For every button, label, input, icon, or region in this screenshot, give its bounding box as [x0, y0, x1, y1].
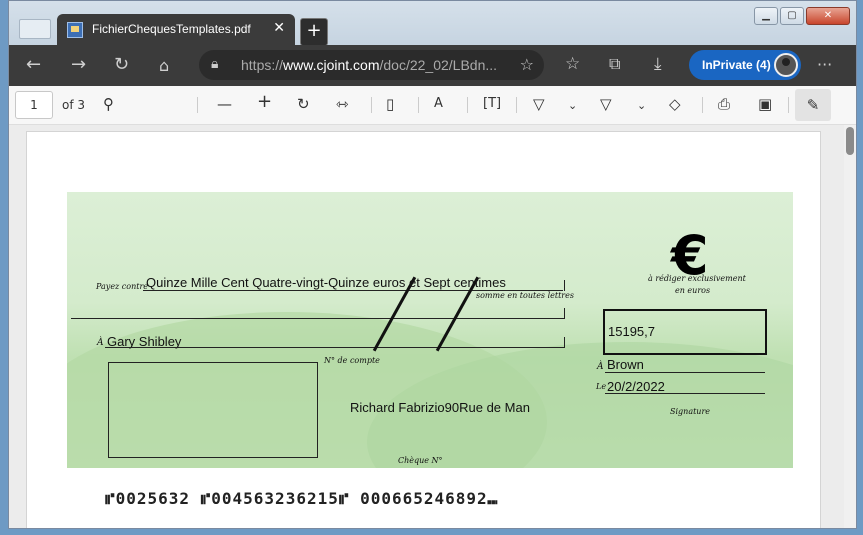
cheque-number-label: Chèque N°: [398, 456, 443, 465]
back-icon[interactable]: ←: [26, 54, 41, 75]
text-icon[interactable]: [T]: [483, 95, 501, 113]
menu-button[interactable]: ···: [817, 55, 832, 74]
date-value: 20/2/2022: [607, 379, 665, 394]
place-label: À: [597, 362, 604, 372]
amount-line-tick: [564, 280, 565, 291]
close-window-button[interactable]: ✕: [806, 7, 850, 25]
home-icon[interactable]: ⌂: [159, 56, 169, 75]
active-tab[interactable]: FichierChequesTemplates.pdf ✕: [57, 14, 295, 45]
highlight-icon[interactable]: ▽: [600, 95, 612, 113]
issuer-name-address: Richard Fabrizio90Rue de Man: [350, 400, 530, 415]
forward-icon[interactable]: →: [71, 54, 86, 75]
payee-line-tick: [564, 337, 565, 348]
avatar: [774, 53, 798, 77]
read-aloud-icon[interactable]: A: [434, 95, 443, 113]
divider: [197, 97, 198, 113]
divider: [788, 97, 789, 113]
lock-icon[interactable]: 🔒︎: [211, 56, 218, 72]
date-line: [605, 393, 765, 394]
pdf-page: Payez contre Quinze Mille Cent Quatre-vi…: [26, 131, 821, 528]
refresh-icon[interactable]: ↻: [114, 54, 129, 75]
search-icon[interactable]: ⚲: [103, 95, 114, 113]
place-value: Brown: [607, 357, 644, 372]
divider: [371, 97, 372, 113]
place-line: [605, 372, 765, 373]
draw-icon[interactable]: ▽: [533, 95, 545, 113]
pdf-file-icon: [67, 22, 83, 38]
url-text: https://www.cjoint.com/doc/22_02/LBdn...: [241, 57, 498, 73]
favorites-icon[interactable]: ☆: [565, 54, 580, 74]
micr-line: ⑈0025632 ⑈0045632362​15⑈ 000665246892⑉: [105, 489, 499, 508]
amount-line-tick: [564, 308, 565, 319]
amount-line-2: [71, 318, 565, 319]
fit-width-icon[interactable]: ⇿: [336, 95, 349, 113]
download-icon[interactable]: ⤓: [654, 54, 662, 74]
inprivate-label: InPrivate (4): [702, 58, 771, 72]
page-number-input[interactable]: 1: [15, 91, 53, 119]
save-icon[interactable]: ▣: [758, 95, 772, 113]
signature-label: Signature: [670, 407, 711, 416]
tab-title: FichierChequesTemplates.pdf: [92, 22, 251, 36]
payee-to-label: À: [97, 338, 104, 348]
page-count: of 3: [62, 98, 86, 112]
address-bar[interactable]: 🔒︎ https://www.cjoint.com/doc/22_02/LBdn…: [199, 50, 544, 80]
divider: [516, 97, 517, 113]
divider: [418, 97, 419, 113]
minimize-button[interactable]: ▁: [754, 7, 778, 25]
pdf-toolbar: 1 of 3 ⚲ — + ↻ ⇿ ▯ A [T] ▽ ⌄ ▽ ⌄ ◇ ⎙ ▣ ✎: [9, 86, 856, 125]
inprivate-button[interactable]: InPrivate (4): [689, 50, 801, 80]
scrollbar-thumb[interactable]: [846, 127, 854, 155]
tab-actions-button[interactable]: [19, 19, 51, 39]
divider: [467, 97, 468, 113]
close-tab-button[interactable]: ✕: [273, 20, 285, 36]
euro-note-2: en euros: [675, 286, 711, 295]
amount-figures: 15195,7: [608, 324, 655, 339]
issuer-box: [108, 362, 318, 458]
euro-note-1: à rédiger exclusivement: [648, 274, 746, 283]
zoom-in-icon[interactable]: +: [257, 93, 272, 111]
amount-box: 15195,7: [603, 309, 767, 355]
payee-line: [105, 347, 565, 348]
chevron-down-icon[interactable]: ⌄: [568, 97, 577, 115]
zoom-out-icon[interactable]: —: [217, 95, 232, 113]
page-view-icon[interactable]: ▯: [386, 95, 394, 113]
collections-icon[interactable]: ⧉: [609, 54, 620, 74]
new-tab-button[interactable]: +: [300, 18, 328, 46]
tab-strip: FichierChequesTemplates.pdf ✕ + ▁ ▢ ✕: [9, 1, 856, 46]
maximize-button[interactable]: ▢: [780, 7, 804, 25]
words-hint: somme en toutes lettres: [476, 291, 574, 300]
window-controls: ▁ ▢ ✕: [752, 3, 850, 25]
account-number-label: N° de compte: [324, 356, 380, 365]
divider: [702, 97, 703, 113]
vertical-scrollbar[interactable]: [844, 125, 856, 528]
erase-icon[interactable]: ◇: [669, 95, 681, 113]
pay-to-label: Payez contre: [96, 282, 149, 291]
cheque: Payez contre Quinze Mille Cent Quatre-vi…: [67, 192, 793, 468]
address-bar-row: ← → ↻ ⌂ 🔒︎ https://www.cjoint.com/doc/22…: [9, 45, 856, 86]
favorite-icon[interactable]: ☆: [520, 55, 534, 74]
amount-in-words: Quinze Mille Cent Quatre-vingt-Quinze eu…: [146, 275, 506, 290]
document-viewer: Payez contre Quinze Mille Cent Quatre-vi…: [9, 125, 844, 528]
browser-window: FichierChequesTemplates.pdf ✕ + ▁ ▢ ✕ ← → …: [8, 0, 857, 529]
pin-icon[interactable]: ✎: [795, 89, 831, 121]
print-icon[interactable]: ⎙: [718, 95, 730, 113]
chevron-down-icon[interactable]: ⌄: [637, 97, 646, 115]
date-label: Le: [596, 382, 607, 391]
rotate-icon[interactable]: ↻: [297, 95, 310, 113]
